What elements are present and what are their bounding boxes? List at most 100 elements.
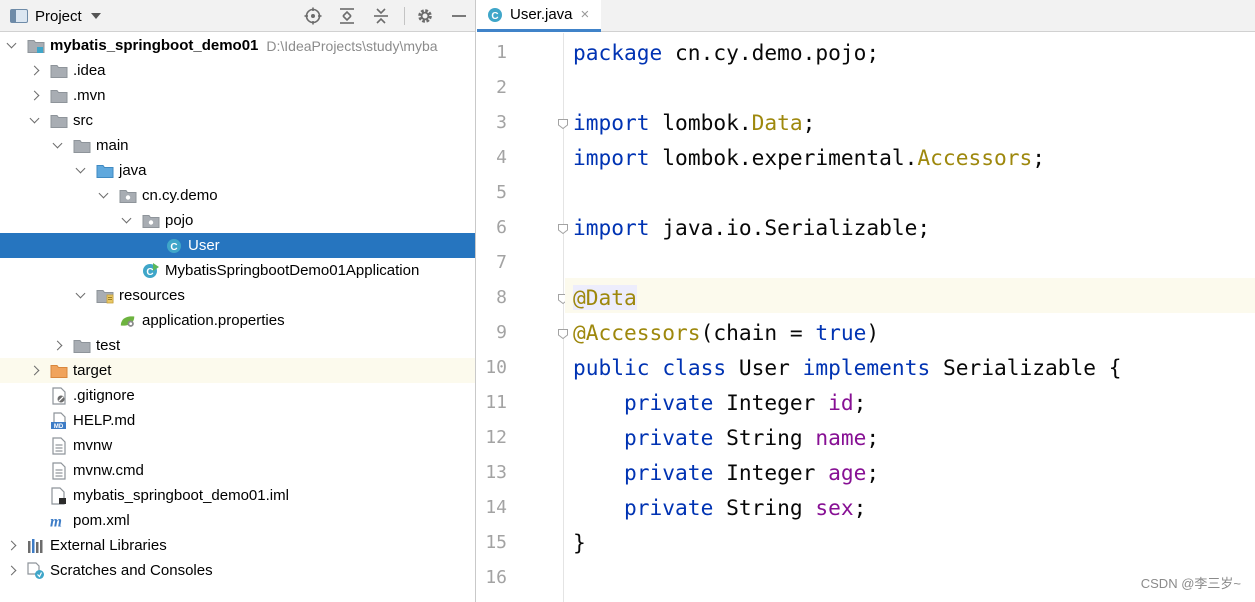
line-number: 15	[485, 532, 507, 553]
chevron-right-icon[interactable]	[5, 564, 19, 578]
code-token: String	[713, 425, 816, 450]
tree-item[interactable]: resources	[0, 283, 475, 308]
chevron-down-icon[interactable]	[5, 39, 19, 53]
line-number: 7	[496, 252, 507, 273]
code-token: Data	[751, 110, 803, 135]
chevron-down-icon[interactable]	[28, 114, 42, 128]
chevron-down-icon[interactable]	[74, 164, 88, 178]
svg-text:m: m	[50, 513, 62, 529]
project-panel-header: Project	[0, 0, 475, 32]
tree-item[interactable]: java	[0, 158, 475, 183]
tree-item-label: test	[96, 337, 121, 354]
code-token: true	[815, 320, 867, 345]
iml-file-icon	[50, 486, 68, 505]
chevron-down-icon[interactable]	[51, 139, 65, 153]
options-button[interactable]	[414, 5, 436, 27]
locate-file-button[interactable]	[302, 5, 324, 27]
gear-icon	[418, 9, 432, 23]
spring-boot-class-icon: C	[142, 262, 160, 280]
code-line: package cn.cy.demo.pojo;	[573, 35, 879, 70]
tree-item[interactable]: src	[0, 108, 475, 133]
expand-all-button[interactable]	[336, 5, 358, 27]
code-token: }	[573, 530, 586, 555]
code-token: id	[828, 390, 854, 415]
line-number: 2	[496, 77, 507, 98]
ignore-file-icon	[50, 386, 68, 405]
tree-arrow-placeholder	[28, 514, 42, 528]
tab-label: User.java	[510, 6, 573, 23]
line-number: 1	[496, 42, 507, 63]
module-folder-icon	[27, 37, 45, 55]
tree-item[interactable]: .mvn	[0, 83, 475, 108]
tree-item[interactable]: .gitignore	[0, 383, 475, 408]
tree-item[interactable]: mvnw.cmd	[0, 458, 475, 483]
code-area[interactable]: package cn.cy.demo.pojo; import lombok.Da…	[565, 33, 1255, 602]
code-token: cn.cy.demo.pojo;	[662, 40, 880, 65]
project-view-selector[interactable]: Project	[10, 0, 101, 32]
tree-item-label: mybatis_springboot_demo01.iml	[73, 487, 289, 504]
code-token: age	[828, 460, 867, 485]
tree-item[interactable]: test	[0, 333, 475, 358]
folder-icon	[50, 62, 68, 80]
code-token: public	[573, 355, 650, 380]
code-token: package	[573, 40, 663, 65]
tree-item-label: java	[119, 162, 147, 179]
package-icon	[119, 187, 137, 205]
tree-item-label: target	[73, 362, 112, 379]
tree-item[interactable]: C User	[0, 233, 475, 258]
libraries-icon	[27, 537, 45, 555]
code-line: @Data	[573, 280, 637, 315]
chevron-right-icon[interactable]	[28, 64, 42, 78]
chevron-right-icon[interactable]	[5, 539, 19, 553]
tree-item[interactable]: mybatis_springboot_demo01.iml	[0, 483, 475, 508]
code-token: implements	[802, 355, 931, 380]
chevron-right-icon[interactable]	[28, 89, 42, 103]
tree-item[interactable]: mvnw	[0, 433, 475, 458]
tree-item[interactable]: m pom.xml	[0, 508, 475, 533]
chevron-right-icon[interactable]	[28, 364, 42, 378]
tree-item[interactable]: mybatis_springboot_demo01 D:\IdeaProjects…	[0, 33, 475, 58]
tree-item[interactable]: .idea	[0, 58, 475, 83]
tree-item[interactable]: MD HELP.md	[0, 408, 475, 433]
svg-text:MD: MD	[54, 424, 64, 430]
editor-tab-bar: C User.java ×	[477, 0, 1255, 32]
code-token: import	[573, 110, 650, 135]
tree-item[interactable]: pojo	[0, 208, 475, 233]
folder-icon	[73, 137, 91, 155]
tree-arrow-placeholder	[120, 264, 134, 278]
code-token: User	[726, 355, 803, 380]
chevron-down-icon[interactable]	[97, 189, 111, 203]
tree-item[interactable]: main	[0, 133, 475, 158]
tree-item-label: pojo	[165, 212, 194, 229]
code-token: (chain =	[700, 320, 816, 345]
code-token: ;	[853, 390, 867, 415]
code-token: ;	[802, 110, 816, 135]
tree-item[interactable]: External Libraries	[0, 533, 475, 558]
tree-item-label: MybatisSpringbootDemo01Application	[165, 262, 420, 279]
collapse-all-button[interactable]	[370, 5, 392, 27]
tab-user-java[interactable]: C User.java ×	[477, 0, 601, 32]
markdown-file-icon: MD	[50, 411, 68, 430]
close-icon[interactable]: ×	[581, 7, 590, 22]
code-line: private Integer age;	[573, 455, 879, 490]
tree-item[interactable]: cn.cy.demo	[0, 183, 475, 208]
project-tool-window: Project mybatis_springboot_demo01 D:\Ide…	[0, 0, 476, 602]
chevron-down-icon[interactable]	[74, 289, 88, 303]
class-icon: C	[165, 237, 183, 255]
tree-item[interactable]: C MybatisSpringbootDemo01Application	[0, 258, 475, 283]
tree-item-label: Scratches and Consoles	[50, 562, 213, 579]
tree-item[interactable]: application.properties	[0, 308, 475, 333]
code-line: import lombok.experimental.Accessors;	[573, 140, 1045, 175]
text-file-icon	[50, 461, 68, 480]
project-panel-title: Project	[35, 7, 82, 25]
chevron-down-icon[interactable]	[120, 214, 134, 228]
chevron-right-icon[interactable]	[51, 339, 65, 353]
line-number: 12	[485, 427, 507, 448]
tree-item-label: .gitignore	[73, 387, 135, 404]
tree-arrow-placeholder	[28, 439, 42, 453]
hide-panel-button[interactable]	[448, 5, 470, 27]
tree-item[interactable]: Scratches and Consoles	[0, 558, 475, 583]
tree-item-label: main	[96, 137, 129, 154]
code-token: sex	[815, 495, 854, 520]
tree-item[interactable]: target	[0, 358, 475, 383]
